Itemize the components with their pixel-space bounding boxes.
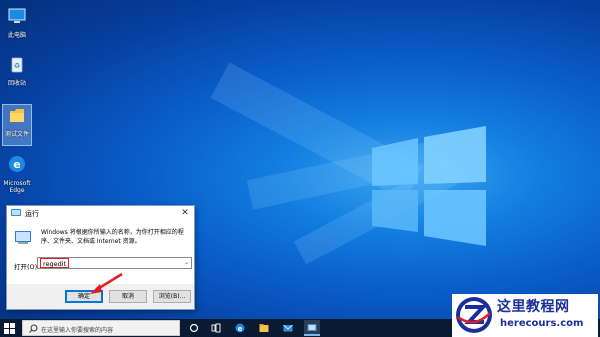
- desktop-icon-label: 此电脑: [7, 32, 26, 39]
- edge-icon: e: [9, 156, 25, 172]
- desktop-icon-test-folder[interactable]: 测试文件: [2, 104, 32, 146]
- edge-icon: e: [235, 323, 245, 333]
- svg-text:e: e: [13, 158, 20, 171]
- run-app-icon: [15, 231, 31, 244]
- desktop-icon-recycle-bin[interactable]: ♻ 回收站: [2, 54, 32, 87]
- desktop-icon-label: Microsoft Edge: [3, 180, 31, 194]
- run-dialog-title: 运行: [25, 210, 39, 218]
- desktop-icon-edge[interactable]: e Microsoft Edge: [2, 154, 32, 194]
- file-explorer-icon: [259, 324, 269, 332]
- recycle-bin-icon: ♻: [11, 57, 23, 73]
- svg-text:♻: ♻: [14, 62, 20, 70]
- watermark-url: herecours.com: [500, 318, 584, 329]
- run-icon: [307, 324, 317, 331]
- mail-icon: [283, 324, 293, 332]
- computer-icon: [8, 8, 26, 23]
- folder-icon: [10, 109, 24, 122]
- taskbar-search-placeholder: 在这里输入你要搜索的内容: [41, 327, 114, 334]
- watermark-logo: [456, 297, 492, 333]
- edge-taskbar-button[interactable]: e: [232, 320, 248, 336]
- windows-start-icon[interactable]: [4, 323, 15, 334]
- task-view-icon: [211, 323, 221, 333]
- search-icon: [29, 324, 38, 333]
- browse-button[interactable]: 浏览(B)...: [153, 290, 191, 303]
- run-taskbar-button[interactable]: [304, 320, 320, 336]
- desktop-icon-label: 测试文件: [4, 131, 29, 138]
- task-view-button[interactable]: [208, 320, 224, 336]
- windows-logo: [372, 126, 486, 246]
- close-icon[interactable]: ✕: [179, 207, 191, 219]
- watermark-title: 这里教程网: [497, 299, 570, 315]
- pointer-arrow-annotation: [90, 272, 123, 294]
- chevron-down-icon[interactable]: ⌄: [184, 259, 189, 266]
- svg-text:e: e: [238, 325, 243, 333]
- mail-button[interactable]: [280, 320, 296, 336]
- open-combobox[interactable]: regedit ⌄: [37, 257, 192, 269]
- taskbar-search-box[interactable]: 在这里输入你要搜索的内容: [22, 320, 180, 336]
- run-dialog-description: Windows 将根据你所输入的名称，为你打开相应的程序、文件夹、文档或 Int…: [41, 229, 184, 245]
- desktop-icon-label: 回收站: [7, 80, 26, 87]
- run-icon: [11, 209, 21, 216]
- run-dialog-titlebar[interactable]: 运行 ✕: [7, 206, 194, 222]
- open-input-value[interactable]: regedit: [40, 258, 70, 268]
- open-label: 打开(O):: [14, 263, 40, 271]
- cortana-button[interactable]: [186, 320, 202, 336]
- desktop-icon-this-pc[interactable]: 此电脑: [2, 6, 32, 39]
- file-explorer-button[interactable]: [256, 320, 272, 336]
- cortana-icon: [189, 323, 199, 333]
- watermark: 这里教程网 herecours.com: [452, 294, 598, 337]
